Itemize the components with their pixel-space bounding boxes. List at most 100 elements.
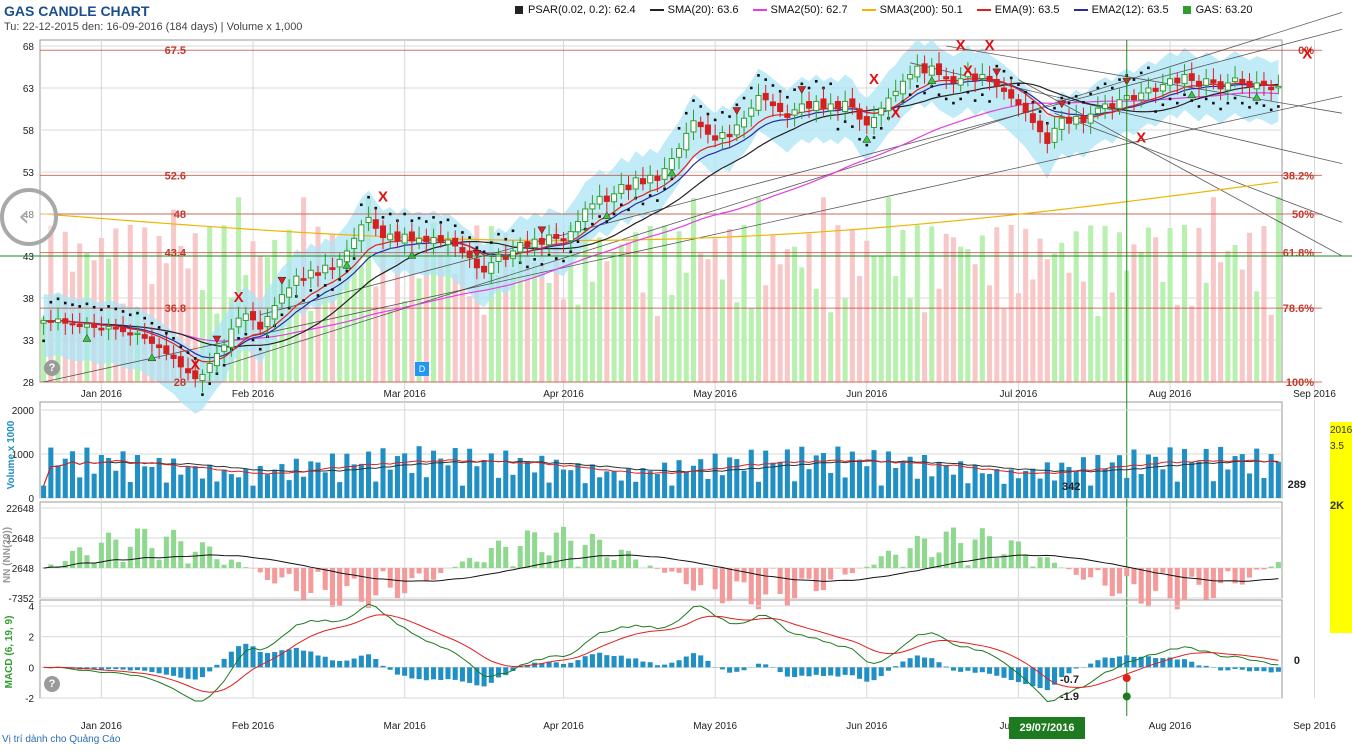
- volume-bar: [1081, 457, 1086, 498]
- panel-frame: [40, 502, 1282, 598]
- dividend-marker[interactable]: D: [415, 362, 429, 376]
- macd-histogram-bar: [1038, 667, 1043, 688]
- background-volume-bar: [951, 237, 956, 382]
- psar-dot: [367, 196, 370, 199]
- candle-body: [879, 108, 884, 115]
- macd-histogram-bar: [164, 667, 169, 674]
- volume-bar: [742, 471, 747, 498]
- macd-histogram-bar: [424, 667, 429, 680]
- psar-dot: [180, 345, 183, 348]
- legend-item[interactable]: EMA(9): 63.5: [977, 4, 1060, 16]
- macd-histogram-bar: [814, 667, 819, 675]
- psar-dot: [1133, 78, 1136, 81]
- candle-body: [56, 319, 61, 323]
- legend-item[interactable]: SMA2(50): 62.7: [753, 4, 848, 16]
- background-volume-bar: [1045, 259, 1050, 382]
- background-volume-bar: [575, 305, 580, 382]
- x-tick-label: Mar 2016: [384, 389, 427, 400]
- candle-body: [871, 117, 876, 127]
- candle-body: [279, 295, 284, 303]
- volume-bar: [1247, 473, 1252, 498]
- chart-svg[interactable]: Jan 2016Jan 2016Feb 2016Feb 2016Mar 2016…: [0, 0, 1352, 748]
- macd-histogram-bar: [272, 652, 277, 667]
- legend-item[interactable]: EMA2(12): 63.5: [1074, 4, 1169, 16]
- volume-bar: [135, 455, 140, 498]
- help-icon-macd[interactable]: ?: [44, 676, 60, 692]
- psar-dot: [201, 393, 204, 396]
- psar-dot: [663, 188, 666, 191]
- volume-bar: [944, 465, 949, 498]
- sell-x-marker: X: [869, 71, 879, 88]
- background-volume-bar: [987, 285, 992, 382]
- candle-body: [1153, 88, 1158, 91]
- nn-bar: [186, 563, 191, 568]
- volume-bar: [1009, 469, 1014, 498]
- candle-body: [1059, 118, 1064, 129]
- nn-bar: [1045, 557, 1050, 568]
- candle-body: [590, 204, 595, 209]
- background-volume-bar: [684, 273, 689, 382]
- macd-histogram-bar: [207, 667, 212, 671]
- candle-body: [568, 232, 573, 241]
- candle-body: [900, 81, 905, 94]
- ad-placeholder-label[interactable]: Vị trí dành cho Quảng Cáo: [2, 734, 120, 745]
- nn-bar: [388, 568, 393, 588]
- nn-bar: [698, 568, 703, 585]
- candle-body: [128, 333, 133, 335]
- candle-body: [734, 125, 739, 135]
- psar-dot: [736, 104, 739, 107]
- psar-dot: [476, 246, 479, 249]
- nn-bar: [352, 568, 357, 579]
- x-tick-label-bottom: Sep 2016: [1293, 721, 1336, 732]
- nn-bar: [612, 560, 617, 568]
- nn-bar: [900, 567, 905, 568]
- volume-bar: [214, 481, 219, 498]
- nn-bar: [1254, 568, 1259, 570]
- macd-histogram-bar: [1182, 659, 1187, 667]
- volume-bar: [677, 460, 682, 498]
- psar-dot: [100, 308, 103, 311]
- legend-item[interactable]: SMA3(200): 50.1: [862, 4, 963, 16]
- x-tick-label-bottom: May 2016: [693, 721, 737, 732]
- nn-bar: [1247, 568, 1252, 578]
- volume-bar: [561, 470, 566, 498]
- psar-dot: [468, 236, 471, 239]
- background-volume-bar: [770, 235, 775, 382]
- candle-body: [908, 75, 913, 79]
- nn-bar: [821, 568, 826, 590]
- legend-item[interactable]: PSAR(0.02, 0.2): 62.4: [515, 4, 636, 16]
- candle-body: [980, 75, 985, 79]
- nn-bar: [669, 568, 674, 572]
- legend-label: EMA(9): 63.5: [995, 4, 1060, 16]
- back-arrow-icon[interactable]: ‹: [0, 188, 58, 246]
- help-icon[interactable]: ?: [44, 360, 60, 376]
- candle-body: [1088, 114, 1093, 123]
- candle-body: [640, 179, 645, 184]
- background-volume-bar: [1218, 262, 1223, 382]
- legend-item[interactable]: SMA(20): 63.6: [650, 4, 739, 16]
- psar-dot: [613, 213, 616, 216]
- psar-dot: [172, 337, 175, 340]
- psar-dot: [483, 251, 486, 254]
- psar-dot: [237, 337, 240, 340]
- volume-bar: [164, 483, 169, 498]
- legend-item[interactable]: GAS: 63.20: [1183, 4, 1253, 16]
- nn-bar: [1139, 568, 1144, 604]
- nn-bar: [814, 568, 819, 591]
- psar-dot: [1089, 93, 1092, 96]
- macd-histogram-bar: [373, 659, 378, 667]
- volume-bar: [243, 469, 248, 498]
- macd-histogram-bar: [597, 653, 602, 668]
- nn-bar: [1124, 568, 1129, 576]
- volume-bar: [193, 466, 198, 498]
- psar-dot: [1219, 108, 1222, 111]
- volume-last-value: 289: [1288, 479, 1306, 491]
- macd-histogram-bar: [655, 665, 660, 667]
- psar-dot: [757, 74, 760, 77]
- nn-bar: [1261, 568, 1266, 569]
- background-volume-bar: [1074, 231, 1079, 382]
- background-volume-bar: [698, 254, 703, 382]
- psar-dot: [1169, 98, 1172, 101]
- candle-body: [323, 265, 328, 273]
- psar-dot: [1212, 102, 1215, 105]
